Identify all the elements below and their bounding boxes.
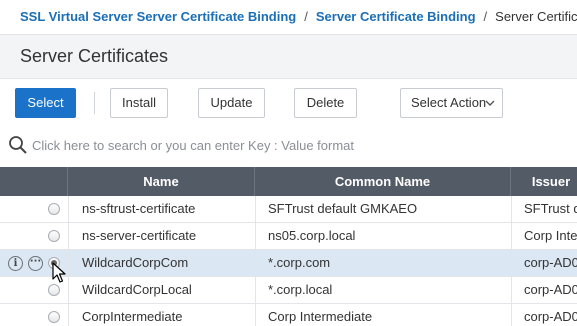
toolbar-divider [94, 92, 95, 114]
row-radio-button[interactable] [48, 311, 60, 323]
column-divider [68, 250, 69, 276]
row-radio-button[interactable] [48, 284, 60, 296]
cell-name: CorpIntermediate [82, 309, 183, 324]
column-divider [511, 250, 512, 276]
column-header-common-name[interactable]: Common Name [255, 167, 511, 196]
cell-issuer: corp-AD0 [524, 309, 577, 324]
toolbar: Select Install Update Delete Select Acti… [0, 79, 577, 124]
chevron-down-icon [485, 100, 495, 106]
cell-issuer: SFTrust def [524, 201, 577, 216]
breadcrumb-current: Server Certificates [495, 9, 577, 24]
row-radio-button[interactable] [48, 230, 60, 242]
column-divider [68, 196, 69, 222]
cell-common-name: *.corp.local [268, 282, 333, 297]
table-header: Name Common Name Issuer [0, 167, 577, 196]
more-options-icon[interactable]: ··· [28, 256, 43, 271]
column-divider [255, 304, 256, 326]
cell-name: WildcardCorpLocal [82, 282, 192, 297]
cell-common-name: *.corp.com [268, 255, 331, 270]
cell-issuer: Corp Interm [524, 228, 577, 243]
cell-name: ns-server-certificate [82, 228, 197, 243]
cell-name: ns-sftrust-certificate [82, 201, 196, 216]
column-divider [255, 223, 256, 249]
row-radio-button[interactable] [48, 203, 60, 215]
cell-issuer: corp-AD0 [524, 255, 577, 270]
breadcrumb-link-ssl-vserver-binding[interactable]: SSL Virtual Server Server Certificate Bi… [20, 9, 296, 24]
column-divider [255, 196, 256, 222]
column-header-name[interactable]: Name [68, 167, 255, 196]
column-divider [511, 196, 512, 222]
page-title: Server Certificates [20, 46, 169, 66]
breadcrumb: SSL Virtual Server Server Certificate Bi… [0, 0, 577, 34]
table-row-selected[interactable]: i ··· WildcardCorpCom *.corp.com corp-AD… [0, 250, 577, 277]
certificates-table: Name Common Name Issuer ns-sftrust-certi… [0, 167, 577, 326]
select-action-dropdown[interactable]: Select Action [400, 88, 503, 118]
column-divider [68, 223, 69, 249]
breadcrumb-separator: / [483, 9, 488, 24]
page-header: Server Certificates [0, 34, 577, 79]
cell-name: WildcardCorpCom [82, 255, 189, 270]
cell-issuer: corp-AD0 [524, 282, 577, 297]
column-divider [68, 304, 69, 326]
select-action-label: Select Action [411, 95, 487, 110]
column-divider [68, 277, 69, 303]
column-divider [511, 223, 512, 249]
cell-common-name: ns05.corp.local [268, 228, 356, 243]
header-select-column [0, 167, 68, 196]
table-row[interactable]: ns-sftrust-certificate SFTrust default G… [0, 196, 577, 223]
delete-button[interactable]: Delete [294, 88, 357, 118]
update-button[interactable]: Update [198, 88, 265, 118]
cell-common-name: Corp Intermediate [268, 309, 373, 324]
table-row[interactable]: CorpIntermediate Corp Intermediate corp-… [0, 304, 577, 326]
breadcrumb-separator: / [304, 9, 308, 24]
search-icon [9, 136, 27, 154]
search-input[interactable] [32, 135, 572, 155]
column-header-issuer[interactable]: Issuer [511, 167, 577, 196]
column-divider [255, 250, 256, 276]
info-icon[interactable]: i [8, 256, 23, 271]
cell-common-name: SFTrust default GMKAEO [268, 201, 418, 216]
breadcrumb-link-server-cert-binding[interactable]: Server Certificate Binding [316, 9, 476, 24]
install-button[interactable]: Install [110, 88, 168, 118]
search-bar [0, 127, 577, 163]
table-row[interactable]: WildcardCorpLocal *.corp.local corp-AD0 [0, 277, 577, 304]
column-divider [511, 304, 512, 326]
column-divider [255, 277, 256, 303]
mouse-cursor-icon [52, 262, 66, 283]
select-button[interactable]: Select [15, 88, 76, 118]
table-row[interactable]: ns-server-certificate ns05.corp.local Co… [0, 223, 577, 250]
column-divider [511, 277, 512, 303]
